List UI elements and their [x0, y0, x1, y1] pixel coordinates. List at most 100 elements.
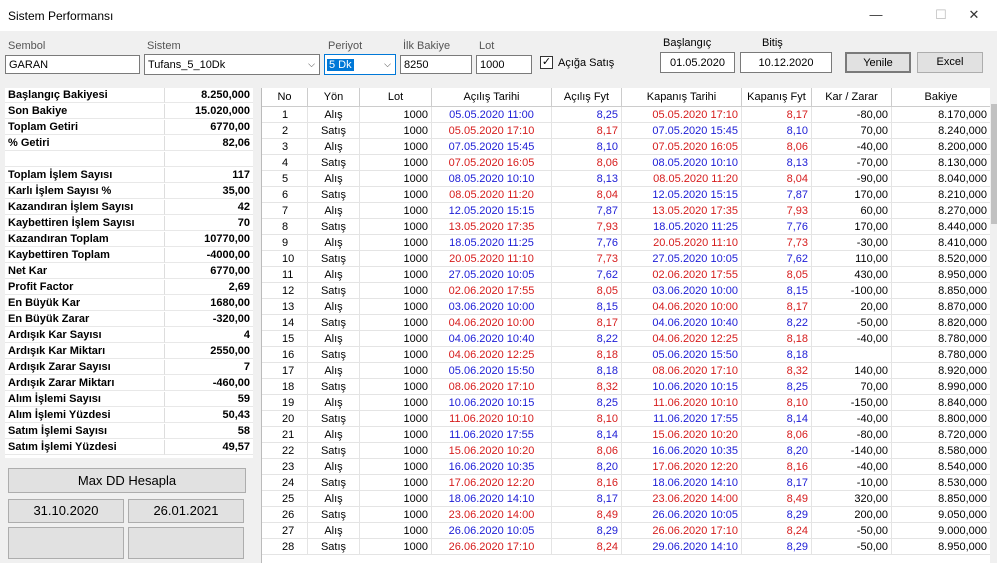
table-row[interactable]: 28 Satış 1000 26.06.2020 17:10 8,24 29.06.202…	[262, 539, 991, 555]
column-header[interactable]: Kapanış Tarihi	[622, 88, 742, 106]
table-cell: 110,00	[812, 251, 892, 267]
table-row[interactable]: 25 Alış 1000 18.06.2020 14:10 8,17 23.06.2020…	[262, 491, 991, 507]
table-row[interactable]: 19 Alış 1000 10.06.2020 10:15 8,25 11.06.2020…	[262, 395, 991, 411]
stat-row: Toplam İşlem Sayısı 117	[5, 168, 253, 184]
stat-value: 117	[165, 168, 253, 183]
table-row[interactable]: 13 Alış 1000 03.06.2020 10:00 8,15 04.06.2020…	[262, 299, 991, 315]
table-cell: 1000	[360, 139, 432, 155]
table-row[interactable]: 26 Satış 1000 23.06.2020 14:00 8,49 26.06.202…	[262, 507, 991, 523]
column-header[interactable]: Açılış Fyt	[552, 88, 622, 106]
table-cell: 1000	[360, 251, 432, 267]
stat-value: 7	[165, 360, 253, 375]
sistem-label: Sistem	[147, 40, 181, 52]
stat-row: Kaybettiren Toplam -4000,00	[5, 248, 253, 264]
scrollbar-thumb[interactable]	[991, 104, 997, 224]
table-cell: 8,29	[742, 507, 812, 523]
table-row[interactable]: 21 Alış 1000 11.06.2020 17:55 8,14 15.06.2020…	[262, 427, 991, 443]
table-row[interactable]: 6 Satış 1000 08.05.2020 11:20 8,04 12.05.2020…	[262, 187, 991, 203]
table-row[interactable]: 18 Satış 1000 08.06.2020 17:10 8,32 10.06.202…	[262, 379, 991, 395]
table-row[interactable]: 9 Alış 1000 18.05.2020 11:25 7,76 20.05.2020 …	[262, 235, 991, 251]
table-row[interactable]: 14 Satış 1000 04.06.2020 10:00 8,17 04.06.202…	[262, 315, 991, 331]
table-row[interactable]: 1 Alış 1000 05.05.2020 11:00 8,25 05.05.2020 …	[262, 107, 991, 123]
aciga-checkbox[interactable]: ✓	[540, 56, 553, 69]
sistem-value: Tufans_5_10Dk	[148, 59, 226, 71]
table-row[interactable]: 4 Satış 1000 07.05.2020 16:05 8,06 08.05.2020…	[262, 155, 991, 171]
max-dd-button[interactable]: Max DD Hesapla	[8, 468, 246, 493]
periyot-value: 5 Dk	[327, 59, 354, 71]
table-cell: 1000	[360, 299, 432, 315]
table-cell: 7,62	[742, 251, 812, 267]
table-cell: 8,24	[742, 523, 812, 539]
baslangic-input[interactable]: 01.05.2020	[660, 52, 735, 73]
table-cell: 8.540,000	[892, 459, 991, 475]
close-button[interactable]: ✕	[951, 0, 997, 30]
table-cell: 02.06.2020 17:55	[432, 283, 552, 299]
table-row[interactable]: 16 Satış 1000 04.06.2020 12:25 8,18 05.06.202…	[262, 347, 991, 363]
stat-value: 10770,00	[165, 232, 253, 247]
table-row[interactable]: 10 Satış 1000 20.05.2020 11:10 7,73 27.05.202…	[262, 251, 991, 267]
stat-label: En Büyük Kar	[5, 296, 165, 311]
sistem-select[interactable]: Tufans_5_10Dk ⌵	[144, 54, 320, 75]
table-cell: 04.06.2020 12:25	[432, 347, 552, 363]
periyot-select[interactable]: 5 Dk ⌵	[324, 54, 396, 75]
table-cell: 7	[262, 203, 308, 219]
table-cell: 12.05.2020 15:15	[622, 187, 742, 203]
table-cell: 1	[262, 107, 308, 123]
table-row[interactable]: 2 Satış 1000 05.05.2020 17:10 8,17 07.05.2020…	[262, 123, 991, 139]
table-row[interactable]: 15 Alış 1000 04.06.2020 10:40 8,22 04.06.2020…	[262, 331, 991, 347]
column-header[interactable]: Yön	[308, 88, 360, 106]
column-header[interactable]: No	[262, 88, 308, 106]
table-row[interactable]: 8 Satış 1000 13.05.2020 17:35 7,93 18.05.2020…	[262, 219, 991, 235]
table-cell: Satış	[308, 507, 360, 523]
minimize-button[interactable]: —	[853, 0, 899, 30]
table-row[interactable]: 7 Alış 1000 12.05.2020 15:15 7,87 13.05.2020 …	[262, 203, 991, 219]
yenile-button[interactable]: Yenile	[845, 52, 911, 73]
excel-button[interactable]: Excel	[917, 52, 983, 73]
table-cell: 03.06.2020 10:00	[432, 299, 552, 315]
vertical-scrollbar[interactable]	[990, 88, 997, 563]
table-row[interactable]: 3 Alış 1000 07.05.2020 15:45 8,10 07.05.2020 …	[262, 139, 991, 155]
table-row[interactable]: 5 Alış 1000 08.05.2020 10:10 8,13 08.05.2020 …	[262, 171, 991, 187]
table-cell: 18.05.2020 11:25	[432, 235, 552, 251]
table-cell: 12.05.2020 15:15	[432, 203, 552, 219]
stat-value: -460,00	[165, 376, 253, 391]
table-cell: 08.06.2020 17:10	[432, 379, 552, 395]
table-cell: 8.720,000	[892, 427, 991, 443]
stat-value: 4	[165, 328, 253, 343]
lot-label: Lot	[479, 40, 495, 52]
table-row[interactable]: 23 Alış 1000 16.06.2020 10:35 8,20 17.06.2020…	[262, 459, 991, 475]
table-row[interactable]: 12 Satış 1000 02.06.2020 17:55 8,05 03.06.202…	[262, 283, 991, 299]
table-row[interactable]: 20 Satış 1000 11.06.2020 10:10 8,10 11.06.202…	[262, 411, 991, 427]
table-cell: 26.06.2020 10:05	[432, 523, 552, 539]
table-cell: Satış	[308, 219, 360, 235]
table-cell: 20	[262, 411, 308, 427]
table-cell: 27.05.2020 10:05	[432, 267, 552, 283]
table-row[interactable]: 17 Alış 1000 05.06.2020 15:50 8,18 08.06.2020…	[262, 363, 991, 379]
bakiye-input[interactable]: 8250	[400, 55, 472, 74]
column-header[interactable]: Kapanış Fyt	[742, 88, 812, 106]
column-header[interactable]: Lot	[360, 88, 432, 106]
table-cell: 17.06.2020 12:20	[432, 475, 552, 491]
stat-value: 2550,00	[165, 344, 253, 359]
table-row[interactable]: 24 Satış 1000 17.06.2020 12:20 8,16 18.06.202…	[262, 475, 991, 491]
stat-value: 82,06	[165, 136, 253, 151]
lot-input[interactable]: 1000	[476, 55, 532, 74]
table-row[interactable]: 11 Alış 1000 27.05.2020 10:05 7,62 02.06.2020…	[262, 267, 991, 283]
table-cell: -140,00	[812, 443, 892, 459]
column-header[interactable]: Açılış Tarihi	[432, 88, 552, 106]
table-cell: 10	[262, 251, 308, 267]
column-header[interactable]: Kar / Zarar	[812, 88, 892, 106]
table-cell: 11.06.2020 10:10	[622, 395, 742, 411]
table-cell: 8,05	[742, 267, 812, 283]
chevron-down-icon: ⌵	[384, 59, 391, 69]
sembol-input[interactable]: GARAN	[5, 55, 140, 74]
bitis-input[interactable]: 10.12.2020	[740, 52, 832, 73]
table-cell: 8,14	[742, 411, 812, 427]
table-row[interactable]: 22 Satış 1000 15.06.2020 10:20 8,06 16.06.202…	[262, 443, 991, 459]
table-cell: 8.240,000	[892, 123, 991, 139]
stat-row: Kazandıran İşlem Sayısı 42	[5, 200, 253, 216]
stat-row: Ardışık Kar Miktarı 2550,00	[5, 344, 253, 360]
table-row[interactable]: 27 Alış 1000 26.06.2020 10:05 8,29 26.06.2020…	[262, 523, 991, 539]
table-cell: 9.050,000	[892, 507, 991, 523]
column-header[interactable]: Bakiye	[892, 88, 991, 106]
